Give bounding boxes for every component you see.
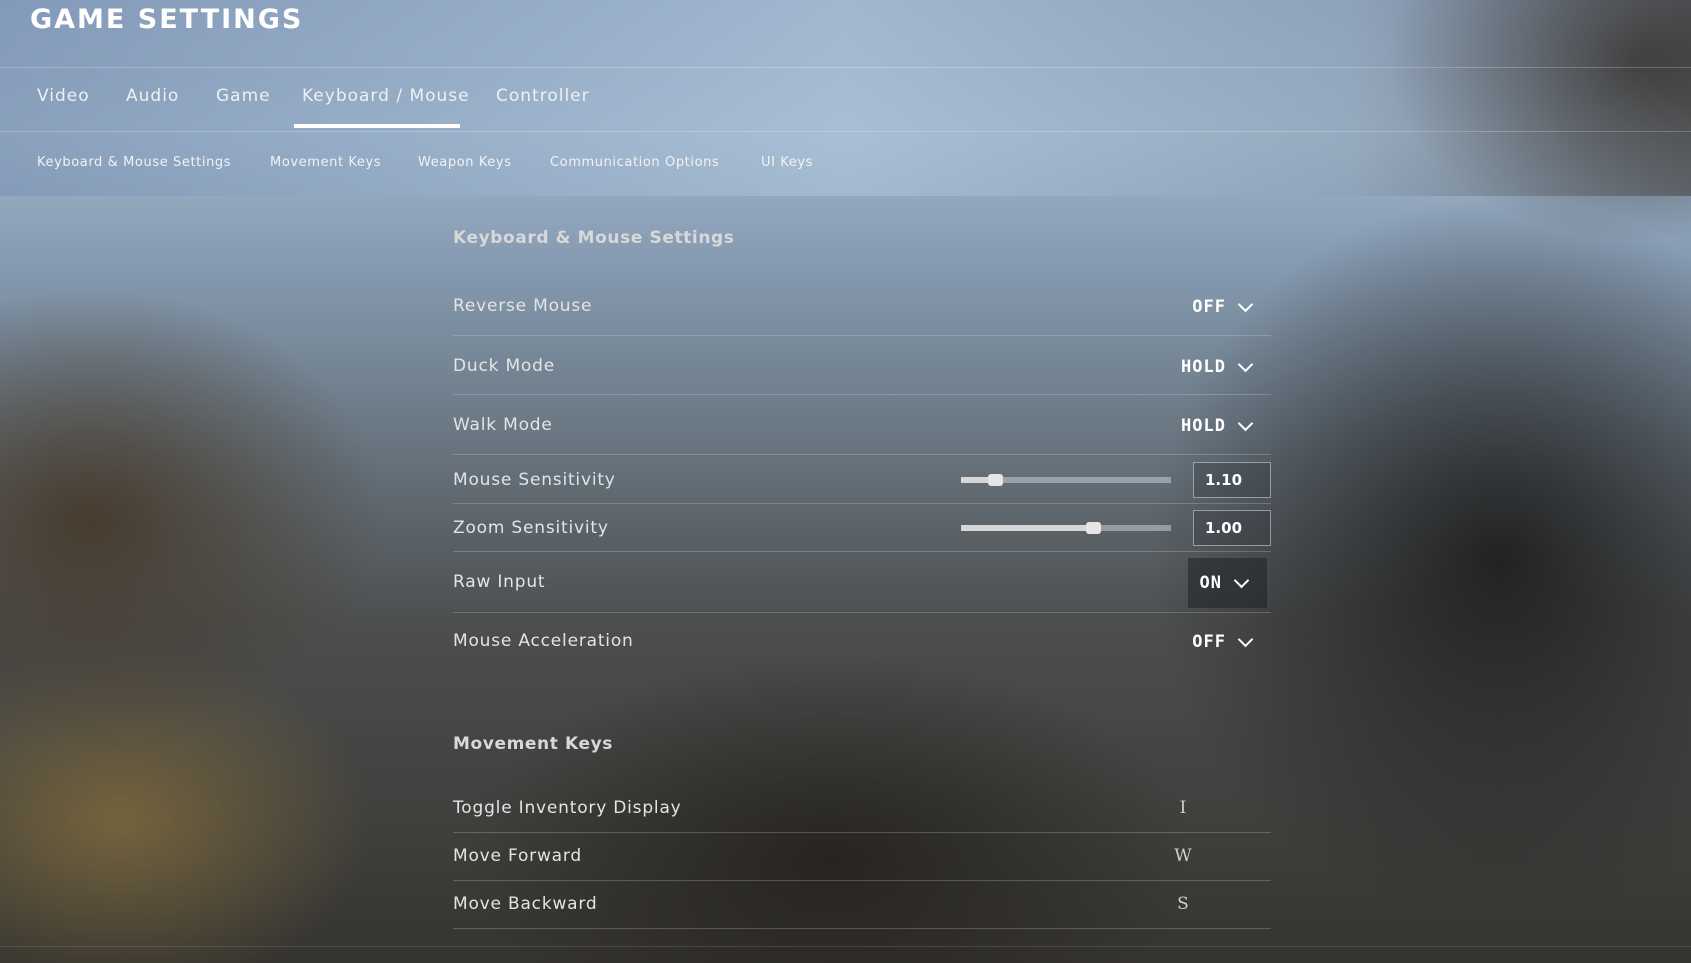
- mouse-sensitivity-row: Mouse Sensitivity: [453, 460, 1271, 500]
- mouse-acceleration-value: OFF: [1192, 632, 1226, 652]
- move-forward-key[interactable]: W: [1153, 846, 1213, 866]
- move-backward-key[interactable]: S: [1153, 894, 1213, 914]
- row-divider: [453, 551, 1271, 552]
- zoom-sensitivity-input[interactable]: [1193, 510, 1271, 546]
- chevron-down-icon: [1237, 356, 1254, 372]
- walk-mode-row: Walk Mode HOLD: [453, 404, 1271, 448]
- mouse-acceleration-dropdown[interactable]: OFF: [1180, 620, 1271, 664]
- tabs-divider: [0, 131, 1691, 132]
- raw-input-dropdown[interactable]: ON: [1187, 558, 1267, 608]
- move-forward-row[interactable]: Move Forward W: [453, 844, 1271, 874]
- tab-game[interactable]: Game: [216, 86, 271, 106]
- zoom-sensitivity-row: Zoom Sensitivity: [453, 508, 1271, 548]
- row-divider: [453, 503, 1271, 504]
- subtab-communication-options[interactable]: Communication Options: [550, 155, 719, 170]
- move-backward-row[interactable]: Move Backward S: [453, 892, 1271, 922]
- toggle-inventory-row[interactable]: Toggle Inventory Display I: [453, 796, 1271, 826]
- move-forward-label: Move Forward: [453, 846, 582, 866]
- duck-mode-label: Duck Mode: [453, 356, 555, 376]
- toggle-inventory-key[interactable]: I: [1153, 798, 1213, 818]
- row-divider: [453, 335, 1271, 336]
- movement-section-title: Movement Keys: [453, 734, 614, 754]
- raw-input-row: Raw Input ON: [453, 558, 1271, 608]
- chevron-down-icon: [1237, 415, 1254, 431]
- reverse-mouse-dropdown[interactable]: OFF: [1180, 285, 1271, 329]
- duck-mode-row: Duck Mode HOLD: [453, 345, 1271, 389]
- subtab-movement-keys[interactable]: Movement Keys: [270, 155, 381, 170]
- tab-keyboard-mouse[interactable]: Keyboard / Mouse: [302, 86, 470, 106]
- walk-mode-dropdown[interactable]: HOLD: [1169, 404, 1271, 448]
- subtab-weapon-keys[interactable]: Weapon Keys: [418, 155, 512, 170]
- duck-mode-value: HOLD: [1181, 357, 1226, 377]
- header-divider: [0, 67, 1691, 68]
- mouse-acceleration-label: Mouse Acceleration: [453, 631, 634, 651]
- mouse-acceleration-row: Mouse Acceleration OFF: [453, 620, 1271, 664]
- chevron-down-icon: [1237, 296, 1254, 312]
- row-divider: [453, 880, 1271, 881]
- tab-controller[interactable]: Controller: [496, 86, 590, 106]
- kbm-section-title: Keyboard & Mouse Settings: [453, 228, 735, 248]
- toggle-inventory-label: Toggle Inventory Display: [453, 798, 682, 818]
- footer-divider: [0, 946, 1691, 947]
- row-divider: [453, 394, 1271, 395]
- page-title: GAME SETTINGS: [30, 4, 304, 35]
- row-divider: [453, 612, 1271, 613]
- chevron-down-icon: [1233, 572, 1250, 588]
- walk-mode-label: Walk Mode: [453, 415, 553, 435]
- row-divider: [453, 832, 1271, 833]
- walk-mode-value: HOLD: [1181, 416, 1226, 436]
- subtab-ui-keys[interactable]: UI Keys: [761, 155, 813, 170]
- raw-input-label: Raw Input: [453, 572, 546, 592]
- move-backward-label: Move Backward: [453, 894, 598, 914]
- chevron-down-icon: [1237, 631, 1254, 647]
- mouse-sensitivity-input[interactable]: [1193, 462, 1271, 498]
- zoom-sensitivity-label: Zoom Sensitivity: [453, 518, 609, 538]
- slider-thumb[interactable]: [1086, 522, 1102, 534]
- zoom-sensitivity-slider[interactable]: [961, 522, 1171, 534]
- row-divider: [453, 454, 1271, 455]
- mouse-sensitivity-slider[interactable]: [961, 474, 1171, 486]
- duck-mode-dropdown[interactable]: HOLD: [1169, 345, 1271, 389]
- mouse-sensitivity-label: Mouse Sensitivity: [453, 470, 616, 490]
- reverse-mouse-label: Reverse Mouse: [453, 296, 593, 316]
- raw-input-value: ON: [1199, 573, 1222, 593]
- tab-video[interactable]: Video: [37, 86, 90, 106]
- reverse-mouse-row: Reverse Mouse OFF: [453, 285, 1271, 329]
- active-tab-indicator: [294, 124, 460, 128]
- reverse-mouse-value: OFF: [1192, 297, 1226, 317]
- tab-audio[interactable]: Audio: [126, 86, 179, 106]
- slider-fill: [961, 525, 1094, 531]
- subtab-keyboard-mouse-settings[interactable]: Keyboard & Mouse Settings: [37, 155, 231, 170]
- row-divider: [453, 928, 1271, 929]
- slider-thumb[interactable]: [987, 474, 1003, 486]
